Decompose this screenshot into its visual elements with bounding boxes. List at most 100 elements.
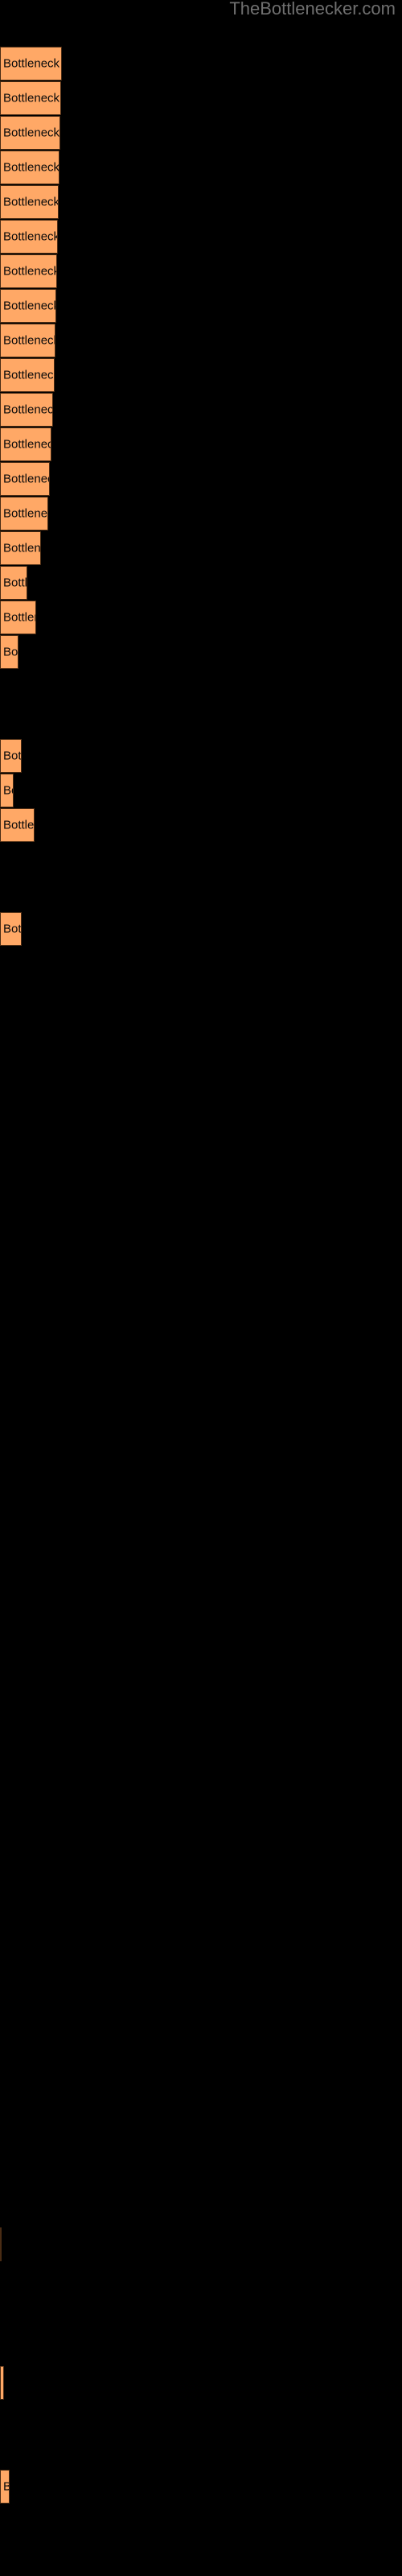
bar-row [0, 2158, 402, 2193]
bar[interactable]: Bottleneck result [0, 116, 60, 150]
bar-row [0, 1051, 402, 1085]
bar-row [0, 1397, 402, 1431]
bar-row: Bottleneck result [0, 220, 402, 254]
bar-row: Bottleneck result [0, 912, 402, 947]
bar-row [0, 1708, 402, 1743]
bar-label: Bottleneck result [3, 56, 61, 71]
bar-row [0, 843, 402, 877]
bar-row [0, 2401, 402, 2435]
bar-row [0, 1189, 402, 1224]
bar-label: Bottleneck result [3, 818, 35, 832]
bar-row: Bottleneck result [0, 531, 402, 566]
bar-label: Bottleneck result [3, 783, 13, 798]
bar[interactable]: Bottleneck result [0, 47, 62, 80]
bar-label: Bottleneck result [3, 541, 41, 555]
bar[interactable]: Bottleneck result [0, 289, 56, 323]
bar-label: Bottleneck result [3, 437, 51, 452]
bar-row [0, 1293, 402, 1327]
bar-label: Bottleneck result [3, 229, 58, 244]
bar-row [0, 1777, 402, 1812]
bar-row [0, 2262, 402, 2297]
bar-row: Bottleneck result [0, 358, 402, 393]
bar-label: Bottleneck result [3, 368, 55, 382]
bar[interactable]: Bottleneck result [0, 912, 22, 946]
bar-row [0, 1085, 402, 1120]
bar-row [0, 947, 402, 981]
bar-row: Bottleneck result [0, 254, 402, 289]
bar-row: Bottleneck result [0, 289, 402, 324]
bar-row [0, 1154, 402, 1189]
bar-row [0, 2089, 402, 2124]
bar[interactable]: Bottleneck result [0, 739, 22, 773]
bar-row [0, 1016, 402, 1051]
bar-row: Bottleneck result [0, 462, 402, 497]
bar-row: Bottleneck result [0, 808, 402, 843]
bar-row: Bottleneck result [0, 635, 402, 670]
bar[interactable]: Bottleneck result [0, 601, 36, 634]
bar[interactable]: Bottleneck result [0, 427, 51, 461]
bar-row: Bottleneck result [0, 2470, 402, 2504]
bar[interactable]: Bottleneck result [0, 2227, 2, 2261]
bar-row [0, 2435, 402, 2470]
bar-label: Bottleneck result [3, 160, 59, 175]
bar-label: Bottleneck result [3, 333, 55, 348]
bar-label: Bottleneck result [3, 472, 49, 486]
bar-label: Bottleneck result [3, 402, 53, 417]
bar-label: Bottleneck result [3, 91, 60, 105]
bar[interactable]: Bottleneck result [0, 358, 55, 392]
bar-label: Bottleneck result [3, 576, 27, 590]
bar-label: Bottleneck result [3, 749, 22, 763]
bar-row: Bottleneck result [0, 185, 402, 220]
bar[interactable]: Bottleneck result [0, 566, 27, 600]
bar[interactable]: Bottleneck result [0, 808, 35, 842]
bar-row [0, 2124, 402, 2158]
bar[interactable]: Bottleneck result [0, 2366, 4, 2400]
bar[interactable]: Bottleneck result [0, 462, 50, 496]
bar-label: Bottleneck result [3, 2377, 4, 2389]
bar-row [0, 1916, 402, 1951]
bar-row [0, 1120, 402, 1154]
bar-row: Bottleneck result [0, 81, 402, 116]
bar[interactable]: Bottleneck result [0, 185, 59, 219]
bar[interactable]: Bottleneck result [0, 151, 59, 184]
bar-row [0, 877, 402, 912]
bar-row [0, 1639, 402, 1674]
bar[interactable]: Bottleneck result [0, 497, 48, 530]
bar[interactable]: Bottleneck result [0, 254, 57, 288]
bar-row: Bottleneck result [0, 2227, 402, 2262]
bar-row [0, 1847, 402, 1881]
bar-row [0, 704, 402, 739]
bar-row [0, 1258, 402, 1293]
bar[interactable]: Bottleneck result [0, 324, 55, 357]
bar-row [0, 1362, 402, 1397]
chart-plot-area: Bottleneck result Bottleneck result Bottle… [0, 47, 402, 2539]
bar-row: Bottleneck result [0, 497, 402, 531]
bar-row: Bottleneck result [0, 116, 402, 151]
bar-row: Bottleneck result [0, 151, 402, 185]
bar-row [0, 1743, 402, 1777]
bar-row: Bottleneck result [0, 324, 402, 358]
bar[interactable]: Bottleneck result [0, 81, 61, 115]
bar-row [0, 1881, 402, 1916]
bar-label: Bottleneck result [3, 264, 57, 279]
bar[interactable]: Bottleneck result [0, 393, 53, 427]
bar[interactable]: Bottleneck result [0, 2470, 10, 2504]
bar-row [0, 1951, 402, 1985]
bar[interactable]: Bottleneck result [0, 220, 58, 254]
bar-row [0, 1327, 402, 1362]
bar-chart: TheBottlenecker.com Bottleneck resultBot… [0, 0, 402, 2576]
bar-label: Bottleneck result [3, 506, 48, 521]
bar[interactable]: Bottleneck result [0, 774, 14, 807]
bar-row [0, 1985, 402, 2020]
bar-row [0, 1466, 402, 1501]
bar-row: Bottleneck result [0, 393, 402, 427]
bar[interactable]: Bottleneck result [0, 531, 41, 565]
bar-row [0, 2504, 402, 2539]
bar[interactable]: Bottleneck result [0, 635, 18, 669]
bar-row [0, 1604, 402, 1639]
bar-row: Bottleneck result [0, 47, 402, 81]
bar-row: Bottleneck result [0, 739, 402, 774]
bar-row: Bottleneck result [0, 2366, 402, 2401]
bar-row [0, 2297, 402, 2331]
bar-row: Bottleneck result [0, 427, 402, 462]
